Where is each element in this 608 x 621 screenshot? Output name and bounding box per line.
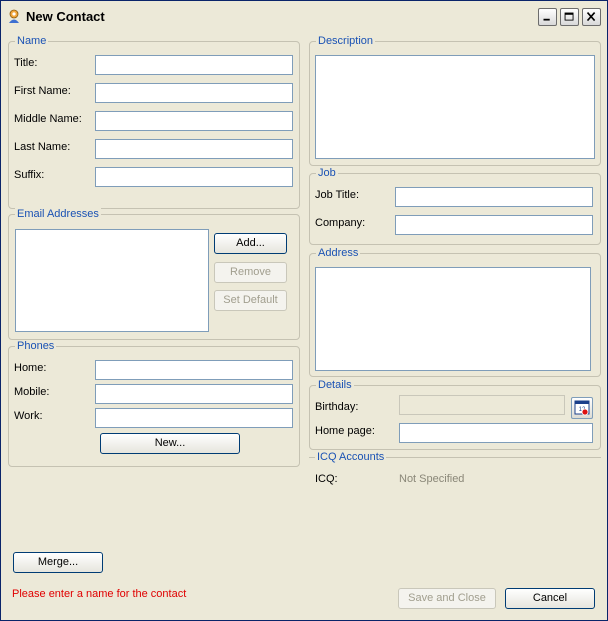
birthday-input[interactable] <box>399 395 565 415</box>
middle-name-label: Middle Name: <box>14 113 82 125</box>
window-title: New Contact <box>26 9 105 24</box>
home-phone-label: Home: <box>14 362 47 374</box>
description-group-legend: Description <box>316 35 376 47</box>
job-title-input[interactable] <box>395 187 593 207</box>
maximize-icon <box>564 12 574 21</box>
last-name-input[interactable] <box>95 139 293 159</box>
address-textarea[interactable] <box>315 267 591 371</box>
icq-value: Not Specified <box>399 473 465 485</box>
new-contact-window: New Contact Name Title: First Name: Midd… <box>0 0 608 621</box>
company-label: Company: <box>315 217 366 229</box>
save-and-close-button[interactable]: Save and Close <box>398 588 496 609</box>
cancel-button[interactable]: Cancel <box>505 588 595 609</box>
title-input[interactable] <box>95 55 293 75</box>
new-phone-button[interactable]: New... <box>100 433 240 454</box>
title-bar[interactable]: New Contact <box>1 1 607 32</box>
mobile-phone-label: Mobile: <box>14 386 50 398</box>
validation-error-message: Please enter a name for the contact <box>12 588 187 600</box>
add-email-button[interactable]: Add... <box>214 233 287 254</box>
title-label: Title: <box>14 57 38 69</box>
home-phone-input[interactable] <box>95 360 293 380</box>
email-address-list[interactable] <box>15 229 209 332</box>
last-name-label: Last Name: <box>14 141 71 153</box>
suffix-input[interactable] <box>95 167 293 187</box>
icq-label: ICQ: <box>315 473 338 485</box>
first-name-input[interactable] <box>95 83 293 103</box>
birthday-label: Birthday: <box>315 401 359 413</box>
contact-app-icon <box>9 9 19 23</box>
maximize-button[interactable] <box>560 8 579 26</box>
merge-button[interactable]: Merge... <box>13 552 103 573</box>
description-textarea[interactable] <box>315 55 595 159</box>
homepage-input[interactable] <box>399 423 593 443</box>
minimize-button[interactable] <box>538 8 557 26</box>
remove-email-button[interactable]: Remove <box>214 262 287 283</box>
details-group-legend: Details <box>316 379 354 391</box>
phones-group-legend: Phones <box>15 340 57 352</box>
address-group-legend: Address <box>316 247 361 259</box>
job-title-label: Job Title: <box>315 189 360 201</box>
calendar-icon: 12 <box>574 400 590 416</box>
first-name-label: First Name: <box>14 85 71 97</box>
close-icon <box>586 12 596 22</box>
mobile-phone-input[interactable] <box>95 384 293 404</box>
job-group-legend: Job <box>316 167 338 179</box>
name-group-legend: Name <box>15 35 49 47</box>
icq-group-legend: ICQ Accounts <box>315 451 387 463</box>
company-input[interactable] <box>395 215 593 235</box>
homepage-label: Home page: <box>315 425 375 437</box>
email-group-legend: Email Addresses <box>15 208 101 220</box>
set-default-email-button[interactable]: Set Default <box>214 290 287 311</box>
birthday-calendar-button[interactable]: 12 <box>571 397 593 419</box>
middle-name-input[interactable] <box>95 111 293 131</box>
minimize-icon <box>543 18 550 21</box>
close-button[interactable] <box>582 8 601 26</box>
suffix-label: Suffix: <box>14 169 45 181</box>
work-phone-input[interactable] <box>95 408 293 428</box>
work-phone-label: Work: <box>14 410 43 422</box>
